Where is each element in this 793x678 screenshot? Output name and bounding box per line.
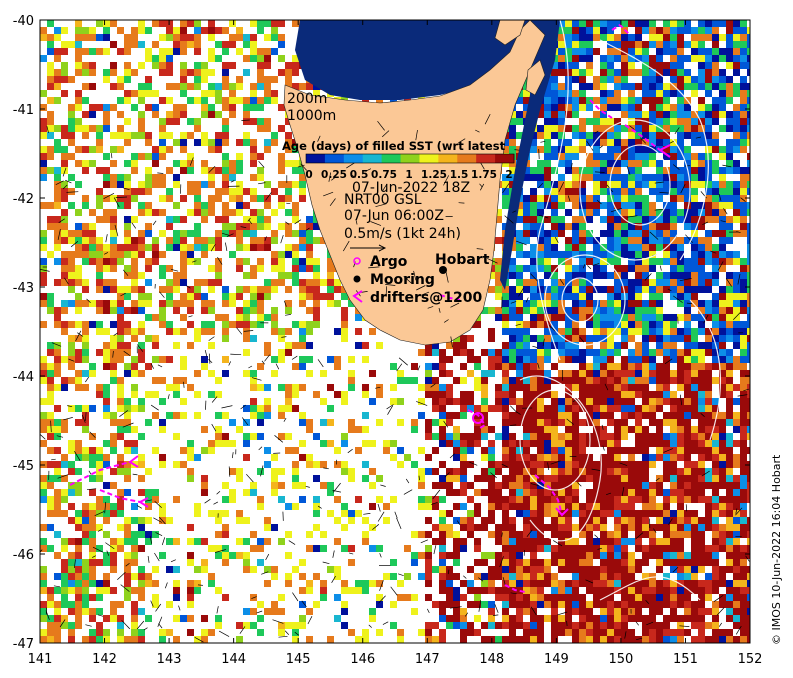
y-tick-label: -41	[13, 103, 34, 118]
x-tick-label: 144	[221, 652, 246, 667]
mooring-legend-label: Mooring	[370, 272, 435, 288]
y-tick-label: -44	[13, 370, 34, 385]
y-tick-label: -42	[13, 192, 34, 207]
isobath-label-200m: 200m	[287, 91, 327, 107]
colorbar-swatch	[306, 154, 326, 163]
colorbar-swatch	[381, 154, 402, 163]
colorbar-swatch	[343, 154, 364, 163]
current-time: 07-Jun 06:00Z	[344, 208, 444, 224]
argo-legend-label: Argo	[370, 254, 408, 270]
drifter-legend-label: drifters@1200	[370, 290, 482, 306]
colorbar-swatch	[362, 154, 383, 163]
x-tick-label: 146	[350, 652, 375, 667]
product-name: NRT00 GSL	[344, 192, 422, 208]
colorbar-swatch	[476, 154, 496, 163]
colorbar-swatch	[457, 154, 477, 163]
isobath-label-1000m: 1000m	[287, 108, 336, 124]
colorbar-swatch	[438, 154, 458, 163]
x-tick-label: 149	[544, 652, 569, 667]
y-tick-label: -47	[13, 637, 34, 652]
colorbar-title: Age (days) of filled SST (wrt latest	[282, 139, 506, 153]
colorbar-swatch	[419, 154, 439, 163]
y-tick-label: -43	[13, 281, 34, 296]
mooring-legend-symbol	[353, 275, 361, 283]
x-tick-label: 151	[673, 652, 698, 667]
colorbar-swatch	[495, 154, 515, 163]
colorbar-tick-label: 2	[505, 169, 512, 181]
hobart-mooring	[439, 266, 447, 274]
x-tick-label: 147	[415, 652, 440, 667]
x-tick-label: 150	[608, 652, 633, 667]
colorbar-tick-label: 0	[305, 169, 312, 181]
y-tick-label: -46	[13, 548, 34, 563]
colorbar	[305, 153, 515, 164]
colorbar-swatch	[324, 154, 345, 163]
sst-map: 141 142 143 144 145 146 147 148 149 150 151 152 -40…	[13, 14, 763, 667]
x-tick-label: 148	[479, 652, 504, 667]
place-hobart: Hobart	[435, 252, 490, 268]
y-tick-label: -40	[13, 14, 34, 29]
colorbar-tick-label: 1.75	[471, 169, 497, 181]
x-tick-label: 142	[92, 652, 117, 667]
colorbar-swatch	[400, 154, 420, 163]
colorbar-tick-label: 0.25	[321, 169, 347, 181]
x-tick-label: 152	[738, 652, 763, 667]
x-tick-label: 145	[286, 652, 311, 667]
credit-text: © IMOS 10-Jun-2022 16:04 Hobart	[770, 454, 783, 645]
x-tick-label: 143	[157, 652, 182, 667]
x-tick-label: 141	[28, 652, 53, 667]
y-tick-label: -45	[13, 459, 34, 474]
scale-label: 0.5m/s (1kt 24h)	[344, 226, 461, 242]
